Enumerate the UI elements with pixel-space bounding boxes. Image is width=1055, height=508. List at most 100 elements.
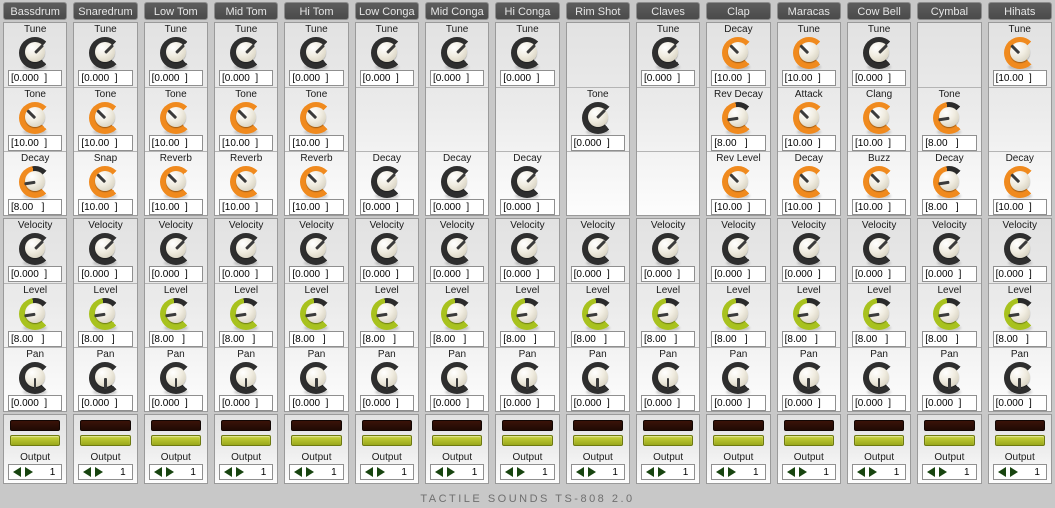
- knob-bassdrum-tune[interactable]: [19, 37, 51, 69]
- value-field-hi-tom-pan[interactable]: [0.000 ]: [289, 395, 343, 411]
- knob-hi-conga-level[interactable]: [511, 298, 543, 330]
- triangle-left-icon[interactable]: [787, 467, 795, 477]
- value-field-hi-conga-pan[interactable]: [0.000 ]: [500, 395, 554, 411]
- knob-snaredrum-pan[interactable]: [89, 362, 121, 394]
- value-field-bassdrum-tone[interactable]: [10.00 ]: [8, 135, 62, 151]
- knob-bassdrum-velocity[interactable]: [19, 233, 51, 265]
- knob-snaredrum-tune[interactable]: [89, 37, 121, 69]
- triangle-left-icon[interactable]: [13, 467, 21, 477]
- value-field-hi-tom-velocity[interactable]: [0.000 ]: [289, 266, 343, 282]
- channel-header-cymbal[interactable]: Cymbal: [917, 2, 981, 20]
- knob-mid-tom-pan[interactable]: [230, 362, 262, 394]
- output-stepper-bassdrum[interactable]: 1: [8, 464, 62, 480]
- knob-cymbal-pan[interactable]: [933, 362, 965, 394]
- value-field-maracas-attack[interactable]: [10.00 ]: [782, 135, 836, 151]
- knob-low-conga-level[interactable]: [371, 298, 403, 330]
- triangle-right-icon[interactable]: [25, 467, 33, 477]
- value-field-mid-tom-reverb[interactable]: [10.00 ]: [219, 199, 273, 215]
- value-field-rim-shot-velocity[interactable]: [0.000 ]: [571, 266, 625, 282]
- knob-snaredrum-snap[interactable]: [89, 166, 121, 198]
- value-field-bassdrum-tune[interactable]: [0.000 ]: [8, 70, 62, 86]
- channel-header-clap[interactable]: Clap: [706, 2, 770, 20]
- knob-hi-conga-pan[interactable]: [511, 362, 543, 394]
- value-field-maracas-tune[interactable]: [10.00 ]: [782, 70, 836, 86]
- channel-header-low-tom[interactable]: Low Tom: [144, 2, 208, 20]
- triangle-left-icon[interactable]: [857, 467, 865, 477]
- knob-cymbal-tone[interactable]: [933, 102, 965, 134]
- value-field-hihats-decay[interactable]: [10.00 ]: [993, 199, 1047, 215]
- channel-header-hi-tom[interactable]: Hi Tom: [284, 2, 348, 20]
- knob-mid-tom-reverb[interactable]: [230, 166, 262, 198]
- value-field-clap-decay[interactable]: [10.00 ]: [711, 70, 765, 86]
- channel-header-low-conga[interactable]: Low Conga: [355, 2, 419, 20]
- value-field-low-conga-pan[interactable]: [0.000 ]: [360, 395, 414, 411]
- value-field-bassdrum-decay[interactable]: [8.00 ]: [8, 199, 62, 215]
- value-field-rim-shot-level[interactable]: [8.00 ]: [571, 331, 625, 347]
- value-field-maracas-level[interactable]: [8.00 ]: [782, 331, 836, 347]
- triangle-right-icon[interactable]: [166, 467, 174, 477]
- knob-low-conga-tune[interactable]: [371, 37, 403, 69]
- value-field-cymbal-decay[interactable]: [8.00 ]: [922, 199, 976, 215]
- value-field-hi-tom-level[interactable]: [8.00 ]: [289, 331, 343, 347]
- value-field-cow-bell-clang[interactable]: [10.00 ]: [852, 135, 906, 151]
- triangle-right-icon[interactable]: [1010, 467, 1018, 477]
- triangle-right-icon[interactable]: [517, 467, 525, 477]
- knob-hihats-pan[interactable]: [1004, 362, 1036, 394]
- knob-mid-conga-decay[interactable]: [441, 166, 473, 198]
- triangle-right-icon[interactable]: [799, 467, 807, 477]
- knob-maracas-decay[interactable]: [793, 166, 825, 198]
- knob-mid-conga-level[interactable]: [441, 298, 473, 330]
- value-field-maracas-decay[interactable]: [10.00 ]: [782, 199, 836, 215]
- value-field-snaredrum-level[interactable]: [8.00 ]: [78, 331, 132, 347]
- output-stepper-hi-conga[interactable]: 1: [500, 464, 554, 480]
- value-field-low-tom-reverb[interactable]: [10.00 ]: [149, 199, 203, 215]
- triangle-right-icon[interactable]: [939, 467, 947, 477]
- value-field-snaredrum-snap[interactable]: [10.00 ]: [78, 199, 132, 215]
- knob-cymbal-level[interactable]: [933, 298, 965, 330]
- knob-rim-shot-velocity[interactable]: [582, 233, 614, 265]
- value-field-snaredrum-pan[interactable]: [0.000 ]: [78, 395, 132, 411]
- value-field-low-conga-tune[interactable]: [0.000 ]: [360, 70, 414, 86]
- value-field-low-tom-tune[interactable]: [0.000 ]: [149, 70, 203, 86]
- knob-hi-tom-tune[interactable]: [300, 37, 332, 69]
- knob-low-conga-decay[interactable]: [371, 166, 403, 198]
- triangle-left-icon[interactable]: [927, 467, 935, 477]
- knob-cow-bell-velocity[interactable]: [863, 233, 895, 265]
- value-field-mid-conga-tune[interactable]: [0.000 ]: [430, 70, 484, 86]
- output-stepper-cow-bell[interactable]: 1: [852, 464, 906, 480]
- value-field-mid-tom-tune[interactable]: [0.000 ]: [219, 70, 273, 86]
- knob-clap-level[interactable]: [722, 298, 754, 330]
- output-stepper-low-tom[interactable]: 1: [149, 464, 203, 480]
- value-field-snaredrum-tone[interactable]: [10.00 ]: [78, 135, 132, 151]
- knob-cow-bell-tune[interactable]: [863, 37, 895, 69]
- knob-bassdrum-decay[interactable]: [19, 166, 51, 198]
- triangle-left-icon[interactable]: [294, 467, 302, 477]
- output-stepper-mid-tom[interactable]: 1: [219, 464, 273, 480]
- value-field-cymbal-tone[interactable]: [8.00 ]: [922, 135, 976, 151]
- knob-low-tom-velocity[interactable]: [160, 233, 192, 265]
- knob-mid-tom-tone[interactable]: [230, 102, 262, 134]
- channel-header-bassdrum[interactable]: Bassdrum: [3, 2, 67, 20]
- value-field-claves-level[interactable]: [8.00 ]: [641, 331, 695, 347]
- knob-hi-tom-tone[interactable]: [300, 102, 332, 134]
- knob-low-tom-tone[interactable]: [160, 102, 192, 134]
- value-field-hi-conga-decay[interactable]: [0.000 ]: [500, 199, 554, 215]
- value-field-cow-bell-velocity[interactable]: [0.000 ]: [852, 266, 906, 282]
- value-field-maracas-velocity[interactable]: [0.000 ]: [782, 266, 836, 282]
- value-field-mid-tom-tone[interactable]: [10.00 ]: [219, 135, 273, 151]
- knob-snaredrum-level[interactable]: [89, 298, 121, 330]
- channel-header-rim-shot[interactable]: Rim Shot: [566, 2, 630, 20]
- triangle-left-icon[interactable]: [505, 467, 513, 477]
- knob-hihats-velocity[interactable]: [1004, 233, 1036, 265]
- value-field-clap-velocity[interactable]: [0.000 ]: [711, 266, 765, 282]
- knob-bassdrum-tone[interactable]: [19, 102, 51, 134]
- knob-mid-conga-pan[interactable]: [441, 362, 473, 394]
- value-field-low-tom-velocity[interactable]: [0.000 ]: [149, 266, 203, 282]
- knob-hi-tom-reverb[interactable]: [300, 166, 332, 198]
- value-field-cymbal-level[interactable]: [8.00 ]: [922, 331, 976, 347]
- output-stepper-rim-shot[interactable]: 1: [571, 464, 625, 480]
- knob-hi-conga-decay[interactable]: [511, 166, 543, 198]
- value-field-cow-bell-tune[interactable]: [0.000 ]: [852, 70, 906, 86]
- channel-header-claves[interactable]: Claves: [636, 2, 700, 20]
- value-field-mid-tom-pan[interactable]: [0.000 ]: [219, 395, 273, 411]
